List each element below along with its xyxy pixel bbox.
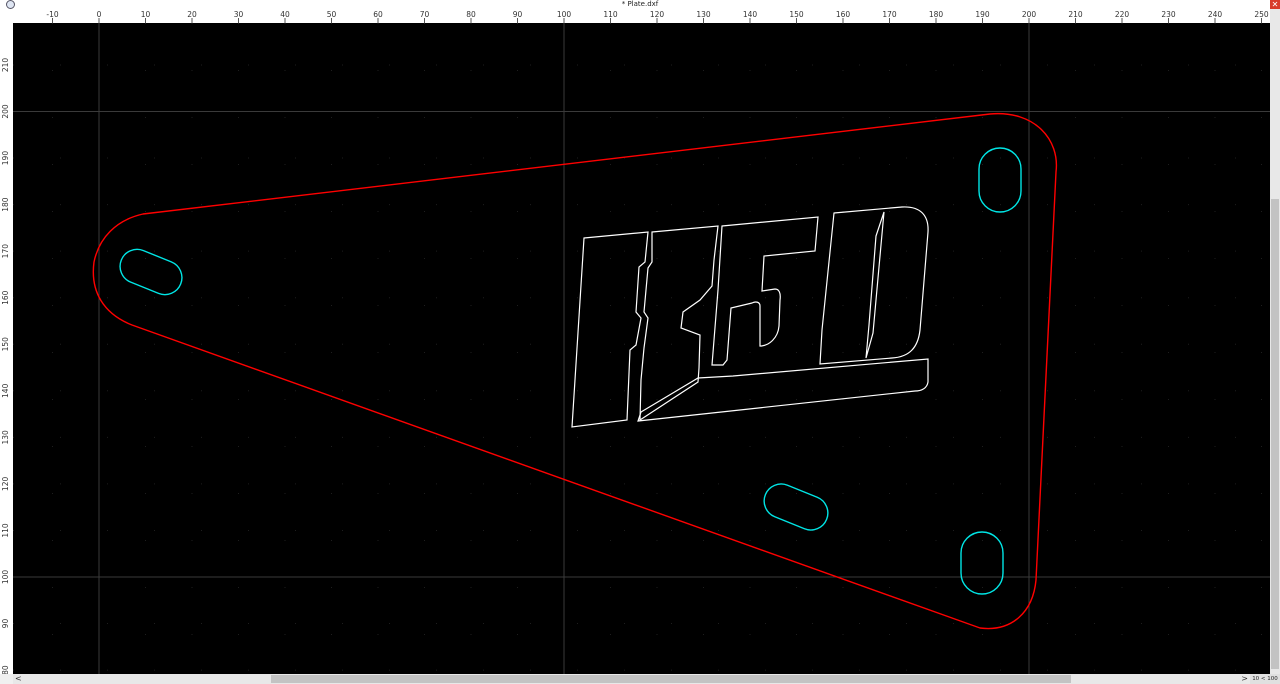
scroll-right-button[interactable]: > bbox=[1241, 674, 1248, 684]
x-ruler-label: 0 bbox=[97, 10, 102, 19]
x-ruler-label: 170 bbox=[882, 10, 897, 19]
plate-outline[interactable] bbox=[92, 113, 1058, 630]
title-bar: * Plate.dxf ✕ bbox=[0, 0, 1280, 9]
y-ruler-label: 100 bbox=[1, 570, 10, 585]
x-ruler-label: -10 bbox=[46, 10, 58, 19]
y-ruler-label: 120 bbox=[1, 477, 10, 492]
horizontal-scroll-thumb[interactable] bbox=[271, 675, 1071, 683]
x-ruler-label: 80 bbox=[466, 10, 476, 19]
logo-digit-0-inner[interactable] bbox=[865, 211, 885, 359]
y-ruler-label: 150 bbox=[1, 337, 10, 352]
x-ruler-label: 240 bbox=[1208, 10, 1223, 19]
y-ruler-label: 130 bbox=[1, 430, 10, 445]
x-ruler-label: 40 bbox=[280, 10, 290, 19]
y-ruler-label: 140 bbox=[1, 383, 10, 398]
y-ruler-label: 90 bbox=[1, 619, 10, 629]
logo-underline[interactable] bbox=[637, 358, 929, 422]
zoom-readout: 10 < 100 bbox=[1250, 674, 1280, 684]
x-ruler-label: 140 bbox=[743, 10, 758, 19]
slot-bottom-middle[interactable] bbox=[759, 479, 833, 535]
drawing-canvas[interactable] bbox=[13, 23, 1270, 674]
drawing-svg[interactable] bbox=[13, 23, 1270, 674]
x-ruler-label: 20 bbox=[187, 10, 197, 19]
y-ruler-label: 190 bbox=[1, 151, 10, 166]
x-ruler-label: 220 bbox=[1115, 10, 1130, 19]
logo-digit-0[interactable] bbox=[819, 206, 929, 365]
slot-left[interactable] bbox=[115, 244, 187, 299]
vertical-ruler: 210 200 190 180 170 160 150 140 130 120 110 100 90 80 bbox=[0, 23, 14, 674]
y-ruler-label: 80 bbox=[1, 665, 10, 674]
vertical-scrollbar[interactable] bbox=[1270, 9, 1280, 674]
window-title: * Plate.dxf bbox=[621, 0, 659, 8]
horizontal-ruler: -10 0 10 20 30 40 50 60 70 80 90 100 110 120 130 140 150… bbox=[13, 9, 1270, 24]
y-ruler-label: 200 bbox=[1, 104, 10, 119]
logo-letter-r-inner[interactable] bbox=[639, 225, 719, 422]
y-ruler-label: 180 bbox=[1, 197, 10, 212]
x-ruler-label: 250 bbox=[1254, 10, 1269, 19]
y-ruler-label: 170 bbox=[1, 244, 10, 259]
close-button[interactable]: ✕ bbox=[1270, 0, 1280, 9]
x-ruler-label: 120 bbox=[650, 10, 665, 19]
vertical-scroll-thumb[interactable] bbox=[1271, 199, 1279, 669]
x-ruler-label: 50 bbox=[327, 10, 337, 19]
ruler-corner bbox=[0, 9, 13, 23]
x-ruler-label: 30 bbox=[234, 10, 244, 19]
logo-digit-5[interactable] bbox=[711, 216, 819, 366]
vertical-ruler-svg: 210 200 190 180 170 160 150 140 130 120 110 100 90 80 bbox=[1, 58, 10, 674]
x-ruler-label: 190 bbox=[975, 10, 990, 19]
y-ruler-label: 210 bbox=[1, 58, 10, 73]
x-ruler-label: 180 bbox=[929, 10, 944, 19]
x-ruler-label: 210 bbox=[1068, 10, 1083, 19]
y-ruler-label: 160 bbox=[1, 290, 10, 305]
logo-letter-r[interactable] bbox=[571, 231, 649, 428]
scroll-left-button[interactable]: < bbox=[15, 674, 22, 684]
x-ruler-label: 130 bbox=[696, 10, 711, 19]
x-ruler-label: 100 bbox=[557, 10, 572, 19]
x-ruler-label: 200 bbox=[1022, 10, 1037, 19]
x-ruler-label: 150 bbox=[789, 10, 804, 19]
y-ruler-label: 110 bbox=[1, 523, 10, 538]
x-ruler-label: 230 bbox=[1161, 10, 1176, 19]
x-ruler-label: 60 bbox=[373, 10, 383, 19]
slot-bottom-right[interactable] bbox=[960, 531, 1004, 595]
grid bbox=[13, 23, 1270, 674]
x-ruler-label: 160 bbox=[836, 10, 851, 19]
x-ruler-label: 10 bbox=[141, 10, 151, 19]
x-ruler-label: 90 bbox=[513, 10, 523, 19]
x-ruler-label: 110 bbox=[603, 10, 618, 19]
horizontal-ruler-svg: -10 0 10 20 30 40 50 60 70 80 90 100 110 120 130 140 150… bbox=[46, 10, 1269, 23]
logo-r50[interactable] bbox=[571, 206, 929, 428]
horizontal-scrollbar[interactable]: < > bbox=[13, 674, 1250, 684]
x-ruler-label: 70 bbox=[420, 10, 430, 19]
